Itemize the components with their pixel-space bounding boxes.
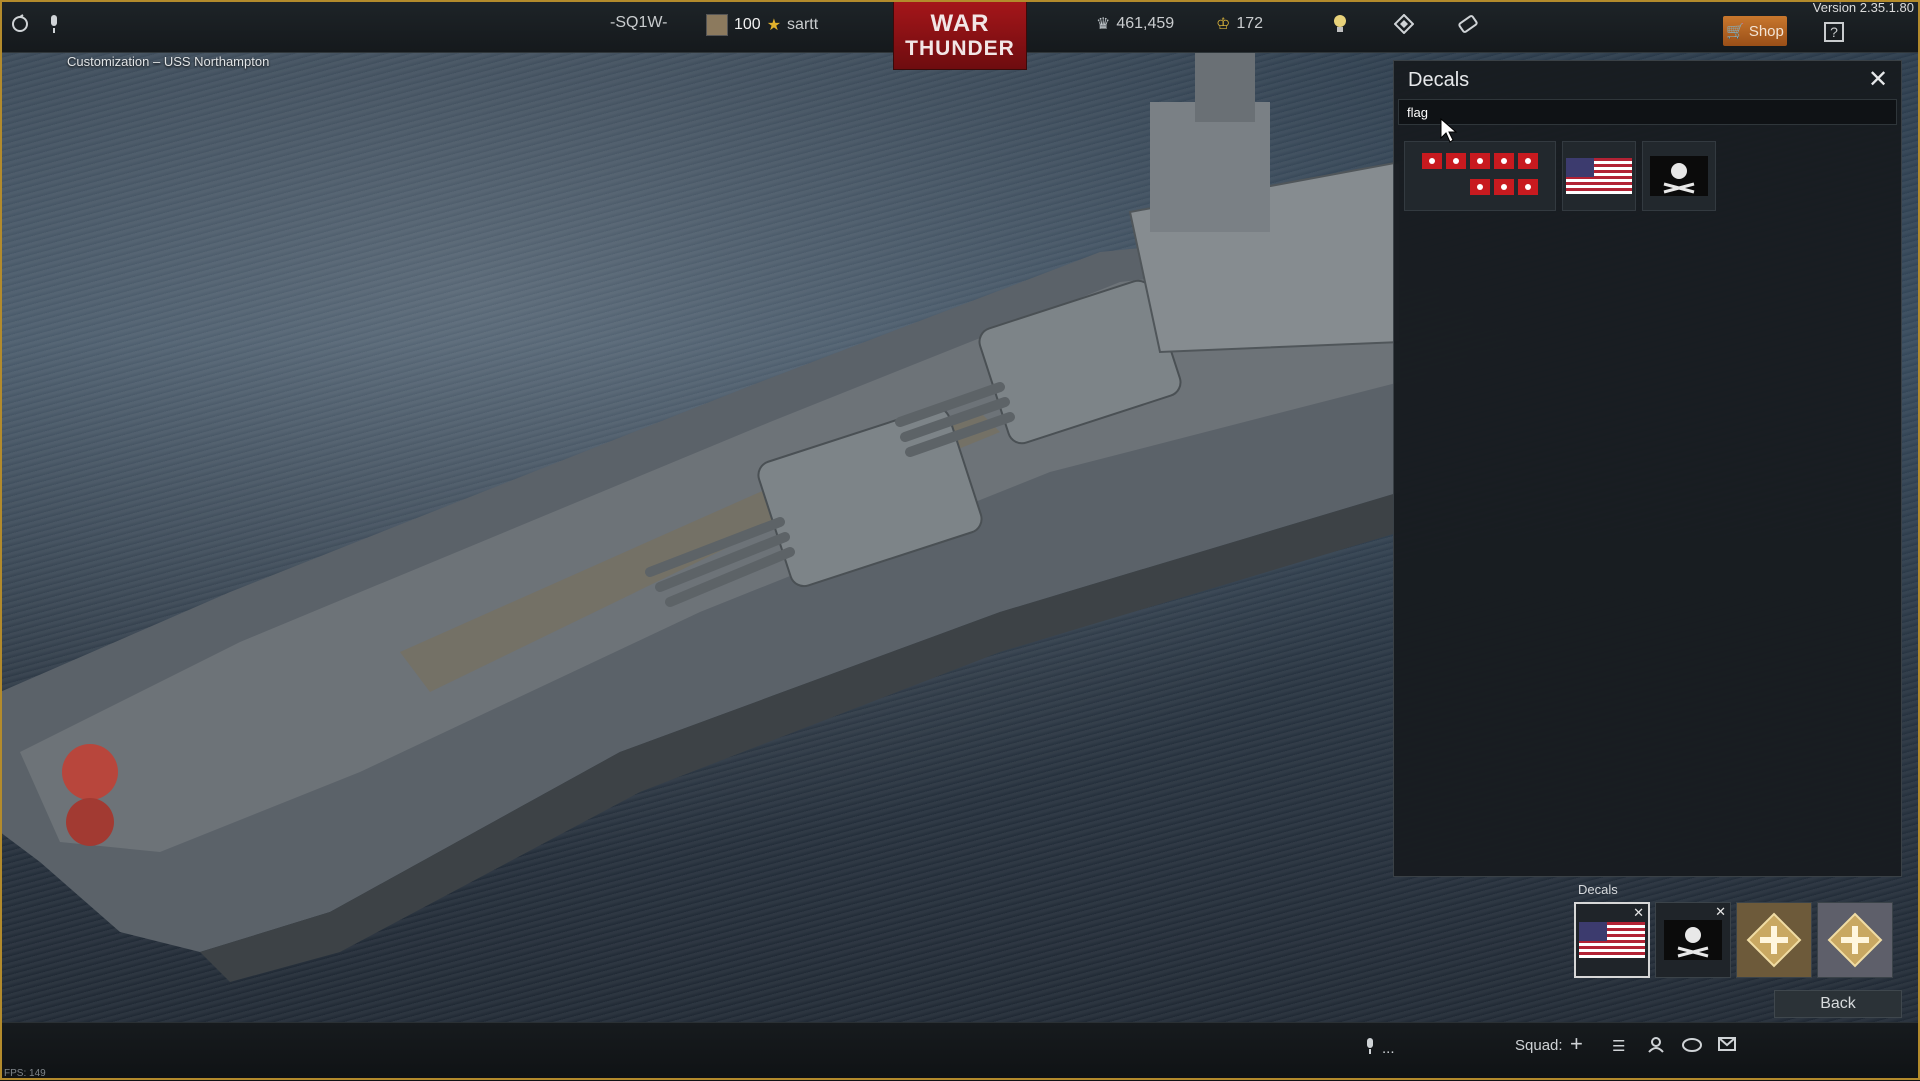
- help-label: ?: [1830, 24, 1838, 40]
- lightbulb-icon[interactable]: [1326, 10, 1354, 38]
- squadron-tag-text: -SQ1W-: [610, 14, 668, 31]
- golden-eagles-balance[interactable]: ♔ 172: [1216, 14, 1263, 34]
- help-button[interactable]: ?: [1824, 22, 1844, 42]
- mail-icon[interactable]: [1718, 1037, 1736, 1051]
- bottom-bar: ... Squad: + ☰: [0, 1022, 1920, 1081]
- shop-button[interactable]: 🛒 Shop: [1723, 16, 1787, 46]
- voice-chat-text: ...: [1382, 1039, 1395, 1057]
- remove-icon[interactable]: ✕: [1715, 904, 1726, 920]
- ship-render: [0, 52, 1400, 982]
- squadron-tag[interactable]: -SQ1W-: [610, 14, 667, 32]
- golden-eagle-icon: ♔: [1216, 16, 1231, 33]
- decal-slots-label: Decals: [1578, 882, 1618, 897]
- decal-results: [1404, 141, 1716, 211]
- fps-counter: FPS: 149: [4, 1068, 46, 1079]
- microphone-icon[interactable]: [40, 10, 68, 38]
- list-icon[interactable]: ☰: [1612, 1037, 1625, 1055]
- add-decal-icon: [1827, 912, 1883, 968]
- back-button[interactable]: Back: [1774, 990, 1902, 1018]
- squad-label-text: Squad:: [1515, 1037, 1563, 1054]
- rank-star-icon: ★: [766, 17, 782, 34]
- silver-lions-value: 461,459: [1116, 15, 1175, 32]
- decal-us-flag[interactable]: [1562, 141, 1636, 211]
- squad-label: Squad:: [1515, 1037, 1563, 1054]
- add-decal-icon: [1746, 912, 1802, 968]
- decal-jolly-roger[interactable]: [1642, 141, 1716, 211]
- decal-slot-empty[interactable]: [1817, 902, 1893, 978]
- profile-summary[interactable]: 100 ★ sartt: [706, 14, 818, 36]
- decal-japanese-flags-set[interactable]: [1404, 141, 1556, 211]
- shop-label: Shop: [1748, 22, 1784, 40]
- mouse-cursor-icon: [1440, 118, 1458, 143]
- remove-icon[interactable]: ✕: [1633, 905, 1644, 921]
- chat-icon[interactable]: [1682, 1037, 1702, 1053]
- decal-slots: ✕ ✕: [1574, 902, 1893, 978]
- golden-eagles-value: 172: [1236, 15, 1264, 32]
- version-label: Version 2.35.1.80: [1812, 0, 1914, 15]
- decal-slot-empty[interactable]: [1736, 902, 1812, 978]
- refresh-icon[interactable]: [6, 10, 34, 38]
- panel-title: Decals: [1408, 69, 1470, 91]
- invite-squad-icon[interactable]: +: [1570, 1031, 1583, 1057]
- coupon-icon[interactable]: [1454, 10, 1482, 38]
- close-icon[interactable]: ✕: [1865, 67, 1891, 93]
- back-label: Back: [1820, 995, 1856, 1012]
- decal-search-input[interactable]: [1398, 99, 1897, 125]
- top-bar: -SQ1W- 100 ★ sartt WAR THUNDER ♛ 461,459…: [0, 0, 1920, 70]
- decal-slot-jolly-roger[interactable]: ✕: [1655, 902, 1731, 978]
- contacts-icon[interactable]: [1647, 1037, 1665, 1053]
- voice-chat-status[interactable]: ...: [1364, 1037, 1395, 1059]
- player-level: 100: [734, 16, 761, 33]
- silver-lion-icon: ♛: [1096, 16, 1111, 33]
- cart-icon: 🛒: [1726, 23, 1745, 40]
- logo-line2: THUNDER: [905, 36, 1015, 60]
- decals-panel: Decals ✕: [1393, 60, 1902, 877]
- game-logo[interactable]: WAR THUNDER: [893, 0, 1027, 70]
- microphone-icon: [1364, 1037, 1376, 1059]
- avatar: [706, 14, 728, 36]
- marketplace-icon[interactable]: [1390, 10, 1418, 38]
- username: sartt: [787, 16, 819, 33]
- breadcrumb: Customization – USS Northampton: [67, 54, 270, 69]
- decal-slot-us-flag[interactable]: ✕: [1574, 902, 1650, 978]
- silver-lions-balance[interactable]: ♛ 461,459: [1096, 14, 1174, 34]
- logo-line1: WAR: [930, 9, 990, 37]
